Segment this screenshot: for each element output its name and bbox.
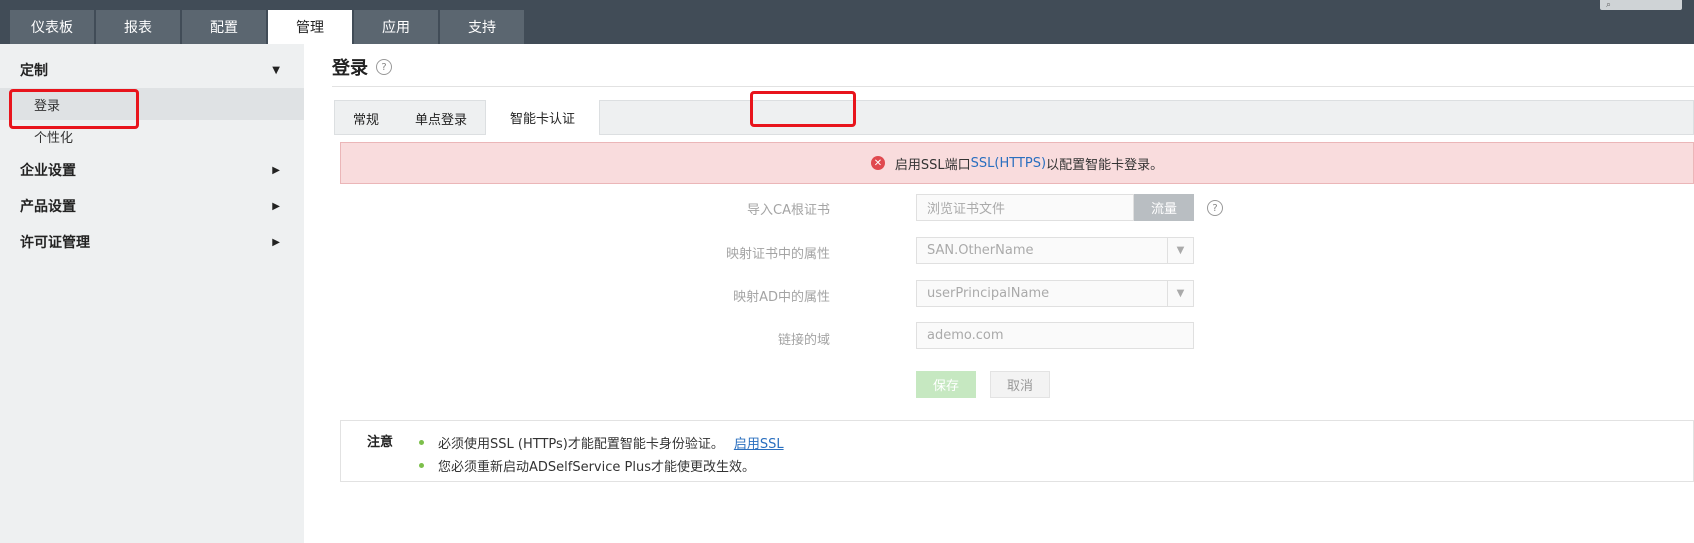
sidebar-section-label: 产品设置 xyxy=(20,199,76,215)
browse-button[interactable]: 流量 xyxy=(1134,194,1194,221)
sidebar: 定制 ▼ 登录 个性化 企业设置 ▶ 产品设置 ▶ 许可证管理 ▶ xyxy=(0,44,304,543)
alert-text-before: 启用SSL端口 xyxy=(894,157,971,173)
cert-attribute-select[interactable]: SAN.OtherName ▼ xyxy=(916,237,1194,264)
tab-reports[interactable]: 报表 xyxy=(96,10,180,44)
chevron-down-icon: ▼ xyxy=(1167,281,1193,306)
save-button[interactable]: 保存 xyxy=(916,371,976,398)
cancel-button[interactable]: 取消 xyxy=(990,371,1050,398)
sidebar-section-enterprise-settings[interactable]: 企业设置 ▶ xyxy=(0,152,304,188)
domain-label: 链接的域 xyxy=(777,333,830,348)
subtab-smartcard-auth[interactable]: 智能卡认证 xyxy=(485,100,601,135)
question-circle-icon[interactable]: ? xyxy=(376,59,392,75)
ad-attribute-select[interactable]: userPrincipalName ▼ xyxy=(916,280,1194,307)
sub-tabs: 常规 单点登录 智能卡认证 xyxy=(334,100,1694,135)
domain-input[interactable]: ademo.com xyxy=(916,322,1194,349)
ad-attribute-label: 映射AD中的属性 xyxy=(733,290,830,305)
ca-cert-placeholder: 浏览证书文件 xyxy=(927,202,1006,217)
error-alert: ✕ 启用SSL端口 SSL(HTTPS) 以配置智能卡登录。 xyxy=(340,142,1694,184)
sidebar-item-logon[interactable]: 登录 xyxy=(0,88,304,120)
bullet-icon xyxy=(419,440,424,445)
caret-right-icon: ▶ xyxy=(272,200,280,212)
note-title: 注意 xyxy=(367,435,394,450)
note-item: 必须使用SSL (HTTPs)才能配置智能卡身份验证。 启用SSL xyxy=(419,433,784,452)
subtab-single-sign-on[interactable]: 单点登录 xyxy=(397,101,485,135)
caret-right-icon: ▶ xyxy=(272,164,280,176)
question-circle-icon[interactable]: ? xyxy=(1207,200,1223,216)
enable-ssl-link[interactable]: 启用SSL xyxy=(734,433,784,452)
search-input[interactable]: ⌕ xyxy=(1600,0,1682,10)
main-tabs: 仪表板 报表 配置 管理 应用 支持 xyxy=(10,10,524,44)
bullet-icon xyxy=(419,463,424,468)
chevron-down-icon: ▼ xyxy=(1167,238,1193,263)
sidebar-item-personalize[interactable]: 个性化 xyxy=(0,120,304,152)
sidebar-section-label: 许可证管理 xyxy=(20,235,90,251)
subtab-general[interactable]: 常规 xyxy=(335,101,397,135)
caret-right-icon: ▶ xyxy=(272,236,280,248)
tab-applications[interactable]: 应用 xyxy=(354,10,438,44)
ca-cert-label: 导入CA根证书 xyxy=(747,203,830,218)
tab-support[interactable]: 支持 xyxy=(440,10,524,44)
cert-attribute-value: SAN.OtherName xyxy=(927,243,1034,258)
tab-dashboard[interactable]: 仪表板 xyxy=(10,10,94,44)
top-nav-bar: 仪表板 报表 配置 管理 应用 支持 ⌕ xyxy=(0,0,1694,44)
note-item-text: 必须使用SSL (HTTPs)才能配置智能卡身份验证。 xyxy=(438,437,724,452)
page-title-text: 登录 xyxy=(332,58,368,79)
ca-cert-file-input[interactable]: 浏览证书文件 xyxy=(916,194,1134,221)
tab-configuration[interactable]: 配置 xyxy=(182,10,266,44)
alert-ssl-link[interactable]: SSL(HTTPS) xyxy=(971,156,1046,171)
tab-admin[interactable]: 管理 xyxy=(268,10,352,44)
note-item: 您必须重新启动ADSelfService Plus才能使更改生效。 xyxy=(419,456,755,475)
sidebar-section-product-settings[interactable]: 产品设置 ▶ xyxy=(0,188,304,224)
note-box: 注意 必须使用SSL (HTTPs)才能配置智能卡身份验证。 启用SSL 您必须… xyxy=(340,420,1694,482)
divider xyxy=(332,86,1694,87)
cert-attribute-label: 映射证书中的属性 xyxy=(725,247,830,262)
sidebar-section-license-management[interactable]: 许可证管理 ▶ xyxy=(0,224,304,260)
search-icon: ⌕ xyxy=(1606,0,1612,10)
error-circle-icon: ✕ xyxy=(870,156,885,170)
caret-down-icon: ▼ xyxy=(272,64,280,76)
page-title: 登录 ? xyxy=(332,54,392,80)
sidebar-section-label: 企业设置 xyxy=(20,163,76,179)
sidebar-section-customize[interactable]: 定制 ▼ xyxy=(0,52,304,88)
sidebar-section-label: 定制 xyxy=(20,63,48,79)
note-item-text: 您必须重新启动ADSelfService Plus才能使更改生效。 xyxy=(438,460,755,475)
ad-attribute-value: userPrincipalName xyxy=(927,286,1050,301)
main-content: 登录 ? 常规 单点登录 智能卡认证 ✕ 启用SSL端口 SSL(HTTPS) 以配… xyxy=(304,44,1694,543)
domain-value: ademo.com xyxy=(927,328,1004,343)
alert-text-after: 以配置智能卡登录。 xyxy=(1046,157,1164,173)
